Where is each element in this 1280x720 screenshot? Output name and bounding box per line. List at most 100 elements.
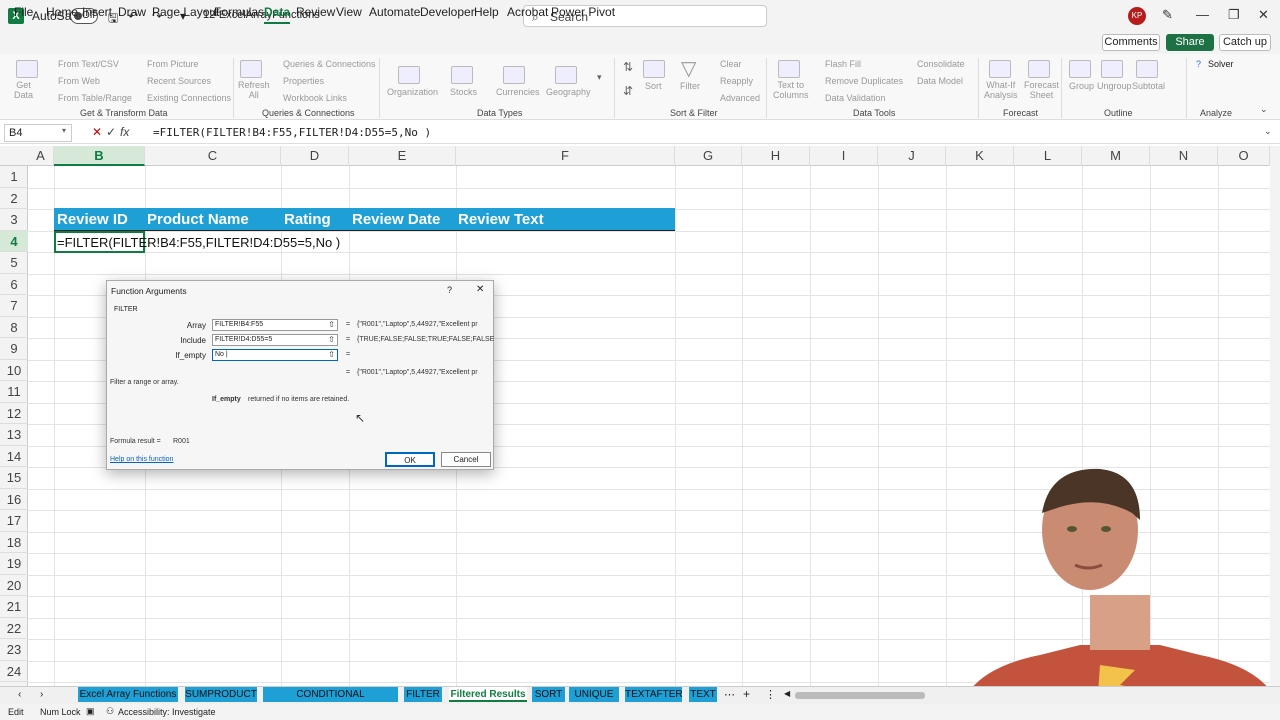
row-header-2[interactable]: 2 <box>0 188 28 209</box>
row-header-24[interactable]: 24 <box>0 661 28 682</box>
minimize-icon[interactable]: — <box>1196 7 1209 22</box>
menu-file[interactable]: File <box>14 5 33 19</box>
menu-view[interactable]: View <box>336 5 362 19</box>
consolidate-button[interactable]: Consolidate <box>917 59 965 69</box>
row-header-15[interactable]: 15 <box>0 467 28 489</box>
sort-za-icon[interactable]: ⇵ <box>623 84 633 98</box>
comments-button[interactable]: Comments <box>1102 34 1160 51</box>
row-header-18[interactable]: 18 <box>0 532 28 553</box>
arg-input-include[interactable]: FILTER!D4:D55=5 ⇧ <box>212 334 338 346</box>
menu-page-layout[interactable]: Page Layout <box>152 5 219 19</box>
share-button[interactable]: Share <box>1166 34 1214 51</box>
row-header-22[interactable]: 22 <box>0 618 28 639</box>
row-header-16[interactable]: 16 <box>0 489 28 510</box>
pen-icon[interactable]: ✎ <box>1162 7 1173 23</box>
queries-connections-button[interactable]: Queries & Connections <box>283 59 376 69</box>
column-header-k[interactable]: K <box>946 146 1014 166</box>
existing-connections-button[interactable]: Existing Connections <box>147 93 231 103</box>
sheet-tab-filtered-results[interactable]: Filtered Results <box>449 687 527 702</box>
row-header-1[interactable]: 1 <box>0 166 28 188</box>
help-link[interactable]: Help on this function <box>110 456 173 463</box>
menu-review[interactable]: Review <box>296 5 335 19</box>
menu-draw[interactable]: Draw <box>118 5 146 19</box>
row-header-9[interactable]: 9 <box>0 338 28 360</box>
more-tabs-icon[interactable]: ⋯ <box>724 688 735 701</box>
formula-input[interactable]: =FILTER(FILTER!B4:F55,FILTER!D4:D55=5,No… <box>153 126 431 139</box>
header-rating[interactable]: Rating <box>284 211 331 228</box>
avatar[interactable]: KP <box>1128 7 1146 25</box>
row-header-11[interactable]: 11 <box>0 381 28 403</box>
row-header-5[interactable]: 5 <box>0 252 28 274</box>
row-header-21[interactable]: 21 <box>0 596 28 618</box>
column-header-l[interactable]: L <box>1014 146 1082 166</box>
tab-options-icon[interactable]: ⋮ <box>765 688 776 701</box>
organization-button[interactable]: Organization <box>387 87 438 97</box>
collapse-dialog-icon[interactable]: ⇧ <box>328 320 335 330</box>
menu-power-pivot[interactable]: Power Pivot <box>551 5 615 19</box>
horizontal-scrollbar[interactable] <box>795 692 925 699</box>
data-types-more-icon[interactable]: ▾ <box>597 72 602 83</box>
stocks-button[interactable]: Stocks <box>450 87 477 97</box>
properties-button[interactable]: Properties <box>283 76 324 86</box>
row-header-19[interactable]: 19 <box>0 553 28 575</box>
cell-edit-text[interactable]: =FILTER(FILTER!B4:F55,FILTER!D4:D55=5,No… <box>57 235 340 250</box>
row-header-6[interactable]: 6 <box>0 274 28 295</box>
data-validation-button[interactable]: Data Validation <box>825 93 885 103</box>
column-header-i[interactable]: I <box>810 146 878 166</box>
forecast-sheet-button[interactable]: Forecast Sheet <box>1024 80 1059 100</box>
row-header-10[interactable]: 10 <box>0 360 28 381</box>
flash-fill-button[interactable]: Flash Fill <box>825 59 861 69</box>
from-picture-button[interactable]: From Picture <box>147 59 199 69</box>
row-header-12[interactable]: 12 <box>0 403 28 424</box>
sheet-tab-excel-array-functions[interactable]: Excel Array Functions <box>78 687 178 702</box>
sheet-tab-unique[interactable]: UNIQUE <box>569 687 619 702</box>
row-header-3[interactable]: 3 <box>0 209 28 231</box>
dialog-close-icon[interactable]: ✕ <box>476 284 484 295</box>
sort-az-icon[interactable]: ⇅ <box>623 60 633 74</box>
menu-automate[interactable]: Automate <box>369 5 420 19</box>
from-web-button[interactable]: From Web <box>58 76 100 86</box>
row-header-20[interactable]: 20 <box>0 575 28 596</box>
text-to-columns-button[interactable]: Text to Columns <box>773 80 809 100</box>
sheet-tab-sort[interactable]: SORT <box>532 687 565 702</box>
column-header-j[interactable]: J <box>878 146 946 166</box>
header-product-name[interactable]: Product Name <box>147 211 249 228</box>
status-accessibility[interactable]: Accessibility: Investigate <box>118 707 216 717</box>
row-header-17[interactable]: 17 <box>0 510 28 532</box>
column-header-o[interactable]: O <box>1218 146 1270 166</box>
ok-button[interactable]: OK <box>385 452 435 467</box>
header-review-text[interactable]: Review Text <box>458 211 544 228</box>
currencies-button[interactable]: Currencies <box>496 87 540 97</box>
menu-formulas[interactable]: Formulas <box>214 5 264 19</box>
subtotal-button[interactable]: Subtotal <box>1132 81 1165 91</box>
enter-edit-icon[interactable]: ✓ <box>106 125 116 139</box>
remove-duplicates-button[interactable]: Remove Duplicates <box>825 76 903 86</box>
arg-input-if-empty[interactable]: No | ⇧ <box>212 349 338 361</box>
solver-button[interactable]: Solver <box>1208 59 1234 69</box>
hscroll-left-icon[interactable]: ◀ <box>784 689 790 698</box>
arg-input-array[interactable]: FILTER!B4:F55 ⇧ <box>212 319 338 331</box>
menu-acrobat[interactable]: Acrobat <box>507 5 548 19</box>
sort-button[interactable]: Sort <box>645 81 662 91</box>
recent-sources-button[interactable]: Recent Sources <box>147 76 211 86</box>
column-header-d[interactable]: D <box>281 146 349 166</box>
cancel-button[interactable]: Cancel <box>441 452 491 467</box>
sheet-tab-text[interactable]: TEXT <box>689 687 717 702</box>
sheet-tab-filter[interactable]: FILTER <box>404 687 442 702</box>
row-header-14[interactable]: 14 <box>0 446 28 467</box>
row-header-23[interactable]: 23 <box>0 639 28 661</box>
menu-insert[interactable]: Insert <box>82 5 112 19</box>
name-box-dropdown-icon[interactable]: ▾ <box>62 126 66 135</box>
column-header-m[interactable]: M <box>1082 146 1150 166</box>
menu-home[interactable]: Home <box>46 5 78 19</box>
column-header-g[interactable]: G <box>675 146 742 166</box>
expand-formula-bar-icon[interactable]: ⌄ <box>1264 126 1272 137</box>
what-if-button[interactable]: What-If Analysis <box>984 80 1018 100</box>
get-data-button[interactable]: Get Data <box>14 80 33 100</box>
row-header-13[interactable]: 13 <box>0 424 28 446</box>
column-header-n[interactable]: N <box>1150 146 1218 166</box>
collapse-dialog-icon[interactable]: ⇧ <box>328 335 335 345</box>
group-button[interactable]: Group <box>1069 81 1094 91</box>
header-review-id[interactable]: Review ID <box>57 211 128 228</box>
close-icon[interactable]: ✕ <box>1258 7 1269 23</box>
